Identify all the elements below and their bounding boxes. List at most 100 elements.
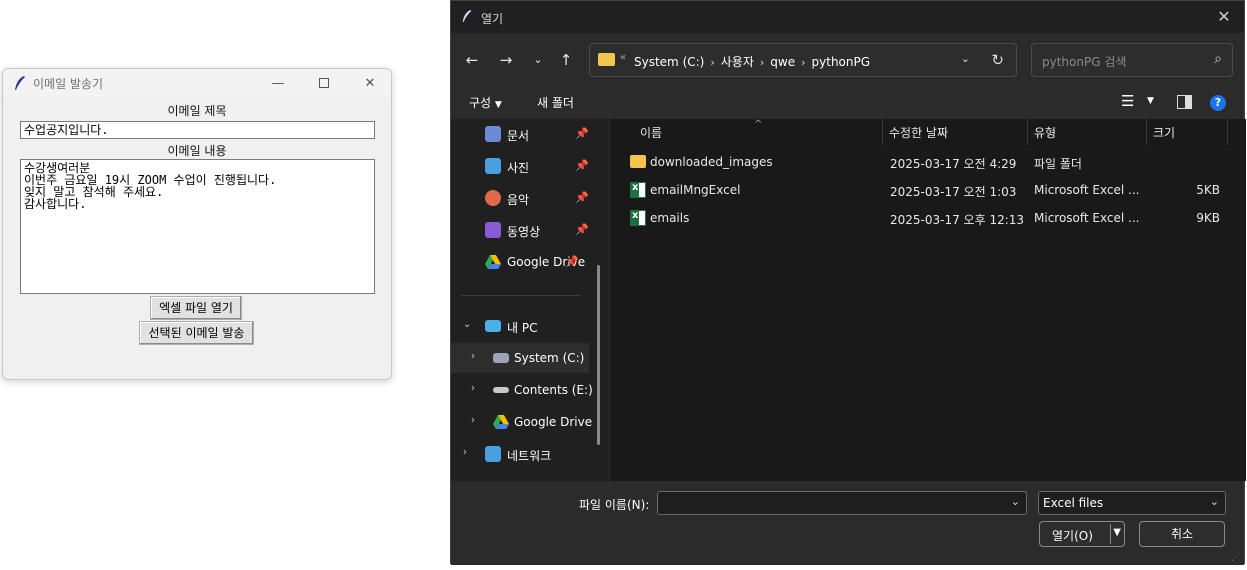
chevron-right-icon[interactable]: › <box>471 351 475 362</box>
nav-item-network[interactable]: › 네트워크 <box>451 439 609 469</box>
help-icon[interactable]: ? <box>1210 95 1226 111</box>
chevron-double-left-icon: « <box>620 52 627 63</box>
excel-file-icon <box>630 210 646 226</box>
up-button[interactable]: ↑ <box>557 51 575 69</box>
chevron-right-icon[interactable]: › <box>463 447 467 458</box>
nav-item-label: 음악 <box>507 193 530 207</box>
column-header-size[interactable]: 크기 <box>1147 119 1227 145</box>
recent-locations-button[interactable]: ⌄ <box>529 51 547 69</box>
refresh-icon[interactable]: ↻ <box>991 51 1004 69</box>
organize-menu[interactable]: 구성 ▼ <box>469 94 502 111</box>
address-dropdown-icon[interactable]: ⌄ <box>961 52 970 65</box>
minimize-button[interactable]: — <box>255 69 301 97</box>
system-drive-icon <box>493 353 509 363</box>
cancel-button[interactable]: 취소 <box>1139 521 1225 547</box>
dialog-title: 열기 <box>481 12 504 26</box>
maximize-button[interactable] <box>301 69 347 97</box>
breadcrumb-item[interactable]: pythonPG <box>812 55 871 69</box>
filename-input[interactable]: ⌄ <box>657 491 1027 515</box>
dialog-title-bar: 열기 ✕ <box>451 1 1244 33</box>
subject-input[interactable]: 수업공지입니다. <box>20 121 375 139</box>
breadcrumb-item[interactable]: System (C:) <box>634 55 704 69</box>
dialog-footer: 파일 이름(N): ⌄ Excel files ⌄ 열기(O) ▼ 취소 ⋰ <box>451 481 1244 565</box>
nav-item-contents-drive[interactable]: › Contents (E:) <box>451 375 609 405</box>
file-type-select[interactable]: Excel files ⌄ <box>1038 491 1226 515</box>
column-header-label: 이름 <box>640 126 663 140</box>
nav-item-system-drive[interactable]: › System (C:) <box>451 343 589 373</box>
nav-scrollbar[interactable] <box>597 265 600 445</box>
file-row[interactable]: downloaded_images 2025-03-17 오전 4:29 파일 … <box>610 148 1247 176</box>
chevron-right-icon[interactable]: › <box>471 415 475 426</box>
nav-item-pictures[interactable]: 사진 📌 <box>451 151 609 181</box>
folder-icon <box>598 53 615 66</box>
close-icon: ✕ <box>364 75 376 91</box>
open-options-dropdown-icon[interactable]: ▼ <box>1113 527 1121 538</box>
column-header-modified[interactable]: 수정한 날짜 <box>883 119 1027 145</box>
back-button[interactable]: ← <box>463 51 481 69</box>
chevron-down-icon: ⌄ <box>1209 495 1219 508</box>
nav-item-google-drive-drive[interactable]: › Google Drive ( <box>451 407 609 437</box>
chevron-down-icon[interactable]: ⌄ <box>1011 495 1020 508</box>
view-options-dropdown-icon[interactable]: ▼ <box>1147 96 1154 106</box>
breadcrumb: System (C:) › 사용자 › qwe › pythonPG <box>634 53 870 70</box>
nav-item-label: 네트워크 <box>507 449 552 463</box>
search-box[interactable]: pythonPG 검색 ⌕ <box>1031 43 1233 77</box>
feather-icon <box>15 76 25 90</box>
view-list-icon[interactable]: ☰ <box>1121 92 1134 110</box>
column-header-label: 유형 <box>1034 126 1057 140</box>
nav-item-videos[interactable]: 동영상 📌 <box>451 215 609 245</box>
pin-icon: 📌 <box>565 255 579 268</box>
column-header-type[interactable]: 유형 <box>1028 119 1146 145</box>
nav-item-label: 동영상 <box>507 225 541 239</box>
new-folder-button[interactable]: 새 폴더 <box>537 94 574 111</box>
nav-item-label: Contents (E:) <box>514 383 593 397</box>
send-email-button[interactable]: 선택된 이메일 발송 <box>139 321 254 345</box>
nav-item-google-drive[interactable]: Google Drive 📌 <box>451 247 609 277</box>
preview-pane-icon[interactable] <box>1177 95 1192 109</box>
minimize-icon: — <box>271 75 285 91</box>
column-divider[interactable] <box>1227 119 1228 145</box>
dialog-close-button[interactable]: ✕ <box>1214 7 1234 27</box>
computer-icon <box>485 320 501 332</box>
music-icon <box>485 190 501 206</box>
chevron-right-icon[interactable]: › <box>471 383 475 394</box>
breadcrumb-item[interactable]: 사용자 <box>721 55 754 69</box>
chevron-down-icon: ⌄ <box>533 53 543 66</box>
file-modified: 2025-03-17 오후 12:13 <box>890 213 1025 227</box>
nav-item-label: 문서 <box>507 129 530 143</box>
file-row[interactable]: emails 2025-03-17 오후 12:13 Microsoft Exc… <box>610 204 1247 232</box>
breadcrumb-item[interactable]: qwe <box>770 55 795 69</box>
address-bar[interactable]: « System (C:) › 사용자 › qwe › pythonPG ⌄ ↻ <box>589 43 1017 77</box>
file-size: 5KB <box>1196 183 1220 197</box>
split-divider <box>1110 524 1111 544</box>
email-sender-window: 이메일 발송기 — ✕ 이메일 제목 수업공지입니다. 이메일 내용 수강생여러… <box>2 68 392 380</box>
close-icon: ✕ <box>1217 7 1231 26</box>
column-header-label: 크기 <box>1153 126 1176 140</box>
nav-item-label: System (C:) <box>514 351 585 365</box>
body-textarea[interactable]: 수강생여러분 이번주 금요일 19시 ZOOM 수업이 진행됩니다. 잊지 말고… <box>20 159 375 294</box>
arrow-left-icon: ← <box>465 51 479 69</box>
file-type: 파일 폴더 <box>1034 157 1082 171</box>
chevron-down-icon[interactable]: ⌄ <box>463 319 471 330</box>
chevron-right-icon: › <box>759 56 765 69</box>
file-modified: 2025-03-17 오전 4:29 <box>890 157 1017 171</box>
forward-button[interactable]: → <box>497 51 515 69</box>
file-row[interactable]: emailMngExcel 2025-03-17 오전 1:03 Microso… <box>610 176 1247 204</box>
filename-label: 파일 이름(N): <box>579 498 650 512</box>
column-header-name[interactable]: 이름 ^ <box>634 119 882 145</box>
resize-grip-icon[interactable]: ⋰ <box>1231 553 1240 563</box>
nav-item-documents[interactable]: 문서 📌 <box>451 119 609 149</box>
navigation-pane: 문서 📌 사진 📌 음악 📌 동영상 📌 Google Drive 📌 ⌄ 내 … <box>451 119 609 481</box>
nav-item-label: Google Drive ( <box>514 415 601 429</box>
nav-item-this-pc[interactable]: ⌄ 내 PC <box>451 311 609 341</box>
open-button[interactable]: 열기(O) ▼ <box>1039 521 1125 547</box>
close-button[interactable]: ✕ <box>347 69 391 97</box>
file-type: Microsoft Excel ... <box>1034 211 1140 225</box>
file-open-dialog: 열기 ✕ ← → ⌄ ↑ « System (C:) › 사용자 › qwe › pytho… <box>450 0 1247 565</box>
command-toolbar: 구성 ▼ 새 폴더 ☰ ▼ ? <box>451 85 1244 119</box>
video-icon <box>485 222 501 238</box>
open-excel-button[interactable]: 엑셀 파일 열기 <box>150 296 242 320</box>
nav-item-music[interactable]: 음악 📌 <box>451 183 609 213</box>
file-name: emailMngExcel <box>650 183 741 197</box>
navigation-bar: ← → ⌄ ↑ « System (C:) › 사용자 › qwe › pythonPG ⌄… <box>451 33 1244 85</box>
